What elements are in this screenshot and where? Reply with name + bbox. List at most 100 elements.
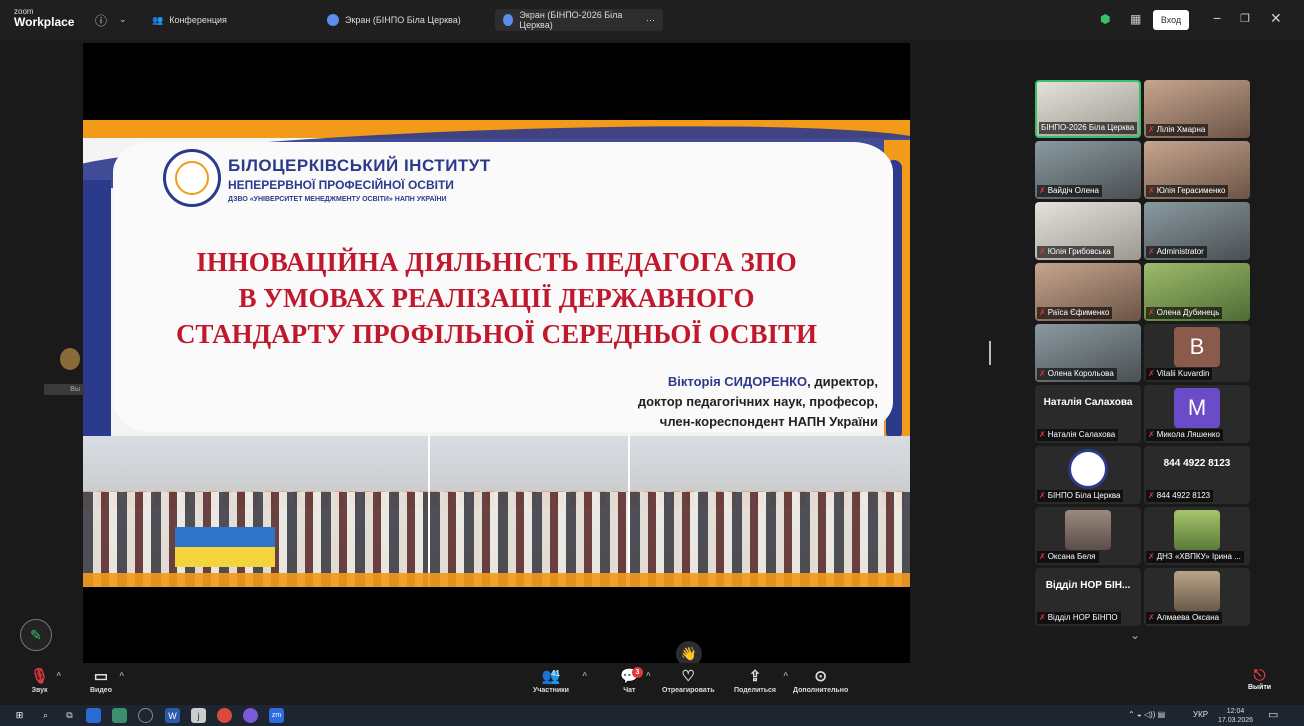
avatar	[1174, 571, 1220, 611]
restore-icon[interactable]: ❐	[1240, 12, 1250, 25]
raised-hand-icon	[60, 348, 80, 370]
participant-tile[interactable]: B ✗ Vitalii Kuvardin	[1144, 324, 1250, 382]
meeting-toolbar: 🎙 Звук ^ ▭ Видео ^ 👥 41 Участники ^ 💬 3 …	[0, 663, 1304, 705]
notifications-icon[interactable]: ▭	[1268, 708, 1278, 721]
audio-button[interactable]: 🎙 Звук ^	[30, 667, 61, 694]
tab-screen-share-2[interactable]: Экран (БІНПО-2026 Біла Церква) ⋯	[495, 9, 663, 31]
chevron-up-icon[interactable]: ^	[646, 671, 651, 680]
mic-off-icon: ✗	[1148, 369, 1155, 378]
group-photos	[83, 436, 910, 587]
panel-resize-handle[interactable]	[989, 341, 991, 365]
close-icon[interactable]: ✕	[1270, 10, 1282, 27]
minimize-icon[interactable]: −	[1213, 10, 1221, 26]
mic-off-icon: ✗	[1148, 613, 1155, 622]
viber-icon[interactable]	[243, 708, 258, 723]
participant-tile[interactable]: ✗ Юлія Герасименко	[1144, 141, 1250, 199]
group-photo	[83, 436, 428, 587]
leave-icon: ⎋	[1253, 667, 1266, 684]
participants-button[interactable]: 👥 41 Участники ^	[533, 667, 587, 694]
signin-button[interactable]: Вход	[1153, 10, 1189, 30]
participant-tile[interactable]: 844 4922 8123 ✗ 844 4922 8123	[1144, 446, 1250, 504]
chevron-up-icon[interactable]: ^	[56, 671, 61, 680]
institute-name: БІЛОЦЕРКІВСЬКИЙ ІНСТИТУТ НЕПЕРЕРВНОЇ ПРО…	[228, 156, 491, 203]
institute-logo	[163, 149, 221, 207]
participant-tile[interactable]: ✗ Administrator	[1144, 202, 1250, 260]
participant-tile[interactable]: ✗ Олена Дубинець	[1144, 263, 1250, 321]
mic-off-icon: ✗	[1039, 369, 1046, 378]
app-icon[interactable]: j	[191, 708, 206, 723]
avatar	[1174, 510, 1220, 550]
mic-off-icon: ✗	[1148, 430, 1155, 439]
react-button[interactable]: ♡ Отреагировать	[662, 667, 715, 694]
zoom-icon[interactable]: zm	[269, 708, 284, 723]
chevron-up-icon[interactable]: ^	[119, 671, 124, 680]
mic-off-icon: ✗	[1148, 491, 1155, 500]
mic-off-icon: 🎙	[30, 668, 50, 685]
mic-off-icon: ✗	[1148, 186, 1155, 195]
language-indicator[interactable]: УКР	[1193, 710, 1208, 719]
more-icon: ⊙	[814, 668, 827, 685]
mic-off-icon: ✗	[1148, 125, 1155, 134]
more-icon[interactable]: ⋯	[646, 15, 655, 26]
participant-tile[interactable]: ✗ БІНПО Біла Церква	[1035, 446, 1141, 504]
taskbar: ⊞ ⌕ ⧉ W j zm ⌃ ◒ ◁)) ▤ УКР 12:04 17.03.2…	[0, 705, 1304, 726]
participant-tile[interactable]: Наталія Салахова ✗ Наталія Салахова	[1035, 385, 1141, 443]
tab-screen-share-1[interactable]: Экран (БІНПО Біла Церква)	[319, 9, 469, 31]
avatar: B	[1174, 327, 1220, 367]
chevron-up-icon[interactable]: ^	[783, 671, 788, 680]
shield-icon[interactable]: ⬢	[1100, 12, 1110, 26]
app-icon[interactable]	[86, 708, 101, 723]
avatar	[1068, 449, 1108, 489]
tray-icons[interactable]: ⌃ ◒ ◁)) ▤	[1128, 710, 1165, 719]
tab-conference[interactable]: 👥 Конференция	[144, 9, 235, 31]
chrome-icon[interactable]	[217, 708, 232, 723]
share-button[interactable]: ⇪ Поделиться ^	[734, 667, 788, 694]
word-icon[interactable]: W	[165, 708, 180, 723]
mic-off-icon: ✗	[1148, 247, 1155, 256]
avatar: M	[1174, 388, 1220, 428]
app-icon[interactable]	[112, 708, 127, 723]
participant-tile[interactable]: БІНПО-2026 Біла Церква	[1035, 80, 1141, 138]
gallery-scroll-down-icon[interactable]: ⌄	[1130, 628, 1140, 642]
group-photo	[428, 436, 628, 587]
start-icon[interactable]: ⊞	[12, 708, 27, 723]
clock[interactable]: 12:04 17.03.2026	[1218, 707, 1253, 725]
task-view-icon[interactable]: ⧉	[62, 708, 77, 723]
layout-icon[interactable]: ▦	[1130, 12, 1141, 26]
mic-off-icon: ✗	[1039, 430, 1046, 439]
self-name-tag: Вы	[44, 384, 84, 395]
participant-tile[interactable]: ✗ ДНЗ «ХВПКУ» Ірина ...	[1144, 507, 1250, 565]
slide-decor	[83, 573, 910, 587]
participant-tile[interactable]: ✗ Алмаева Оксана	[1144, 568, 1250, 626]
chevron-up-icon[interactable]: ^	[582, 671, 587, 680]
app-icon[interactable]	[138, 708, 153, 723]
annotate-icon[interactable]: ✎	[20, 619, 52, 651]
participant-tile[interactable]: Відділ НОР БІН... ✗ Відділ НОР БІНПО	[1035, 568, 1141, 626]
share-screen-icon: ⇪	[748, 668, 762, 685]
share-source-icon	[327, 14, 339, 26]
chat-button[interactable]: 💬 3 Чат ^	[620, 667, 651, 694]
participant-tile[interactable]: ✗ Оксана Беля	[1035, 507, 1141, 565]
presentation-slide: БІЛОЦЕРКІВСЬКИЙ ІНСТИТУТ НЕПЕРЕРВНОЇ ПРО…	[83, 120, 910, 587]
group-photo	[628, 436, 910, 587]
participant-tile[interactable]: ✗ Лілія Хмарна	[1144, 80, 1250, 138]
camera-icon: ▭	[93, 668, 109, 685]
participant-tile[interactable]: ✗ Юлія Грибовська	[1035, 202, 1141, 260]
participant-tile[interactable]: ✗ Вайдіч Олена	[1035, 141, 1141, 199]
participant-tile[interactable]: M ✗ Микола Ляшенко	[1144, 385, 1250, 443]
mic-off-icon: ✗	[1039, 552, 1046, 561]
zoom-logo: zoom Workplace	[14, 7, 75, 29]
title-bar: zoom Workplace ⓘ ⌄ 👥 Конференция Экран (…	[0, 0, 1304, 40]
video-button[interactable]: ▭ Видео ^	[90, 667, 124, 694]
participant-tile[interactable]: ✗ Олена Корольова	[1035, 324, 1141, 382]
mic-off-icon: ✗	[1039, 613, 1046, 622]
heart-icon: ♡	[681, 668, 695, 685]
leave-button[interactable]: ⎋ Выйти	[1248, 667, 1271, 691]
info-icon[interactable]: ⓘ	[95, 12, 107, 29]
more-button[interactable]: ⊙ Дополнительно	[793, 667, 848, 694]
participant-tile[interactable]: ✗ Раїса Єфименко	[1035, 263, 1141, 321]
chevron-down-icon[interactable]: ⌄	[119, 14, 127, 25]
share-source-icon	[503, 14, 514, 26]
search-icon[interactable]: ⌕	[38, 708, 53, 723]
flag-image	[175, 527, 275, 567]
